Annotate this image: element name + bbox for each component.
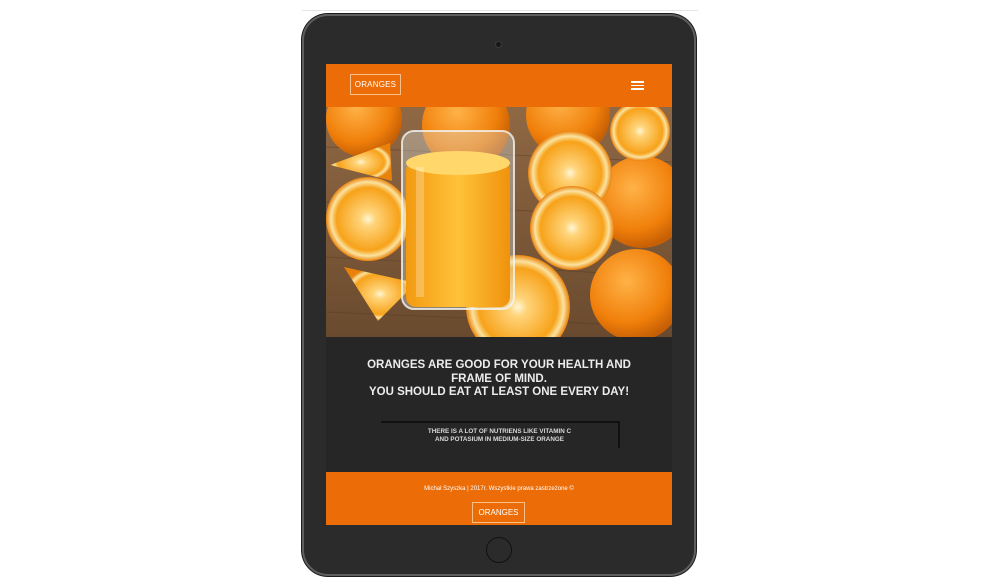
nutrients-info-box: THERE IS A LOT OF NUTRIENS LIKE VITAMIN … bbox=[381, 421, 620, 448]
page: ORANGES ORANGES ARE GOOD FOR YOUR HEALTH… bbox=[0, 0, 1001, 585]
hero-image bbox=[326, 107, 672, 337]
headline-line-2: FRAME OF MIND. bbox=[451, 372, 547, 385]
tablet-frame: ORANGES ORANGES ARE GOOD FOR YOUR HEALTH… bbox=[302, 14, 696, 576]
footer-logo[interactable]: ORANGES bbox=[472, 502, 525, 523]
headline: ORANGES ARE GOOD FOR YOUR HEALTH AND FRA… bbox=[336, 359, 662, 400]
headline-line-3: YOU SHOULD EAT AT LEAST ONE EVERY DAY! bbox=[368, 386, 630, 398]
tablet-screen: ORANGES ORANGES ARE GOOD FOR YOUR HEALTH… bbox=[326, 64, 672, 525]
orange-juice-photo-icon bbox=[326, 107, 672, 337]
copyright-text: Michał Szyszka | 2017r. Wszystkie prawa … bbox=[424, 486, 574, 492]
home-button-icon[interactable] bbox=[486, 537, 512, 563]
info-line-2: AND POTASIUM IN MEDIUM-SIZE ORANGE bbox=[435, 436, 564, 443]
info-line-1: THERE IS A LOT OF NUTRIENS LIKE VITAMIN … bbox=[427, 428, 572, 435]
footer: Michał Szyszka | 2017r. Wszystkie prawa … bbox=[326, 472, 672, 525]
hamburger-menu-icon[interactable] bbox=[631, 81, 644, 90]
top-divider bbox=[302, 10, 698, 11]
camera-icon bbox=[495, 41, 502, 48]
header-logo[interactable]: ORANGES bbox=[350, 74, 401, 95]
navbar: ORANGES bbox=[326, 64, 672, 107]
headline-line-1: ORANGES ARE GOOD FOR YOUR HEALTH AND bbox=[367, 359, 631, 371]
